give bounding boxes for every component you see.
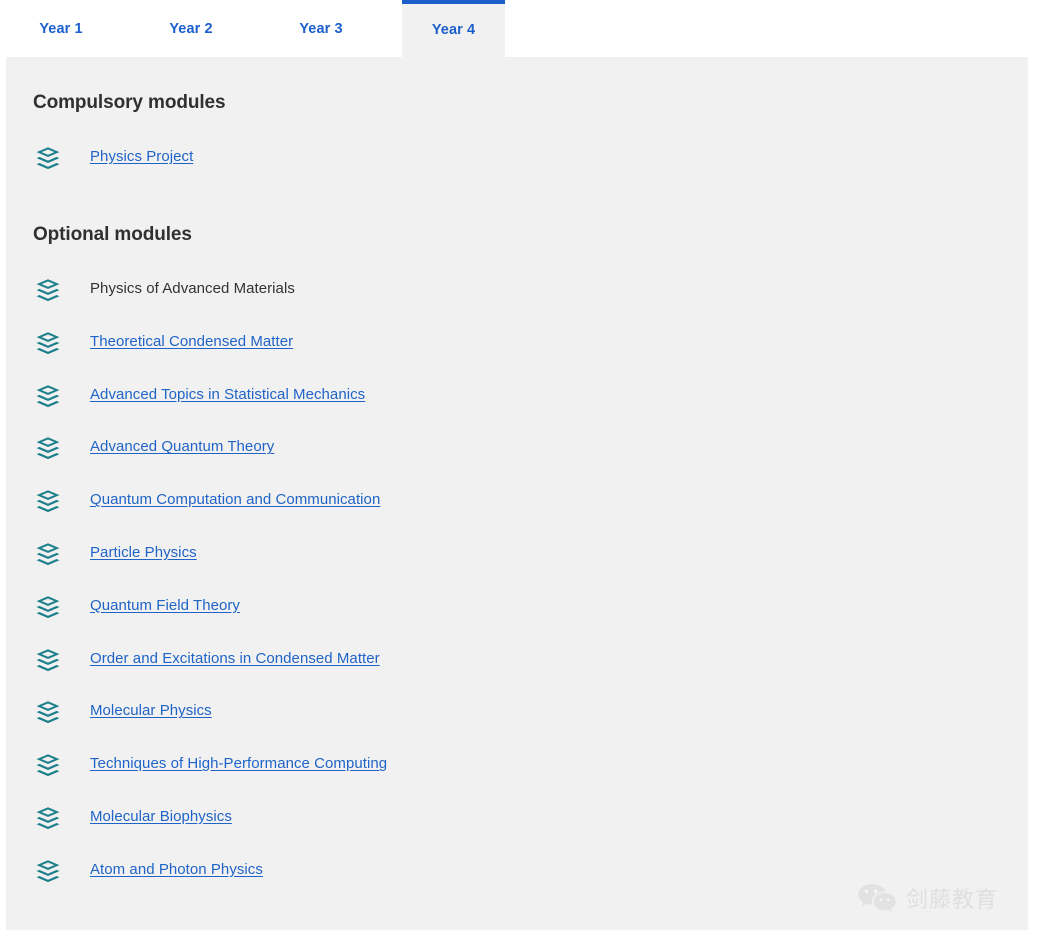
- module-list-optional: Physics of Advanced Materials Theoretical…: [6, 276, 1028, 910]
- layers-icon: [34, 384, 62, 410]
- module-link[interactable]: Quantum Computation and Communication: [90, 489, 380, 510]
- layers-icon: [34, 331, 62, 357]
- tab-year-3[interactable]: Year 3: [266, 0, 376, 57]
- module-row[interactable]: Advanced Topics in Statistical Mechanics: [6, 382, 1028, 435]
- module-row: Physics of Advanced Materials: [6, 276, 1028, 329]
- module-name: Physics of Advanced Materials: [90, 278, 295, 299]
- module-link[interactable]: Techniques of High-Performance Computing: [90, 753, 387, 774]
- module-row[interactable]: Quantum Computation and Communication: [6, 487, 1028, 540]
- module-link[interactable]: Quantum Field Theory: [90, 595, 240, 616]
- module-row[interactable]: Molecular Physics: [6, 698, 1028, 751]
- layers-icon: [34, 595, 62, 621]
- tab-label: Year 4: [432, 22, 475, 38]
- layers-icon: [34, 859, 62, 885]
- layers-icon: [34, 436, 62, 462]
- module-row[interactable]: Advanced Quantum Theory: [6, 434, 1028, 487]
- tab-label: Year 1: [39, 21, 82, 37]
- layers-icon: [34, 753, 62, 779]
- layers-icon: [34, 542, 62, 568]
- section-title-optional: Optional modules: [33, 224, 192, 246]
- module-row[interactable]: Molecular Biophysics: [6, 804, 1028, 857]
- module-row[interactable]: Theoretical Condensed Matter: [6, 329, 1028, 382]
- tab-label: Year 3: [299, 21, 342, 37]
- module-link[interactable]: Advanced Topics in Statistical Mechanics: [90, 384, 365, 405]
- module-row[interactable]: Order and Excitations in Condensed Matte…: [6, 646, 1028, 699]
- section-title-compulsory: Compulsory modules: [33, 92, 225, 114]
- module-list-compulsory: Physics Project: [6, 144, 1028, 197]
- module-link[interactable]: Molecular Physics: [90, 700, 212, 721]
- module-link[interactable]: Molecular Biophysics: [90, 806, 232, 827]
- module-row[interactable]: Particle Physics: [6, 540, 1028, 593]
- module-link[interactable]: Advanced Quantum Theory: [90, 436, 274, 457]
- module-row[interactable]: Techniques of High-Performance Computing: [6, 751, 1028, 804]
- layers-icon: [34, 700, 62, 726]
- year-tab-bar: Year 1 Year 2 Year 3 Year 4: [0, 0, 1038, 57]
- module-row[interactable]: Physics Project: [6, 144, 1028, 197]
- tab-year-1[interactable]: Year 1: [6, 0, 116, 57]
- tab-label: Year 2: [169, 21, 212, 37]
- module-link[interactable]: Theoretical Condensed Matter: [90, 331, 293, 352]
- wechat-icon: [857, 882, 897, 914]
- layers-icon: [34, 146, 62, 172]
- watermark: 剑藤教育: [857, 882, 998, 914]
- module-row[interactable]: Quantum Field Theory: [6, 593, 1028, 646]
- module-content-panel: Compulsory modules Physics Project Optio…: [6, 57, 1028, 930]
- layers-icon: [34, 806, 62, 832]
- layers-icon: [34, 489, 62, 515]
- layers-icon: [34, 278, 62, 304]
- module-link[interactable]: Atom and Photon Physics: [90, 859, 263, 880]
- module-link[interactable]: Order and Excitations in Condensed Matte…: [90, 648, 380, 669]
- tab-year-2[interactable]: Year 2: [136, 0, 246, 57]
- tab-year-4[interactable]: Year 4: [402, 0, 505, 57]
- watermark-text: 剑藤教育: [906, 882, 998, 914]
- module-link[interactable]: Physics Project: [90, 146, 193, 167]
- layers-icon: [34, 648, 62, 674]
- module-link[interactable]: Particle Physics: [90, 542, 197, 563]
